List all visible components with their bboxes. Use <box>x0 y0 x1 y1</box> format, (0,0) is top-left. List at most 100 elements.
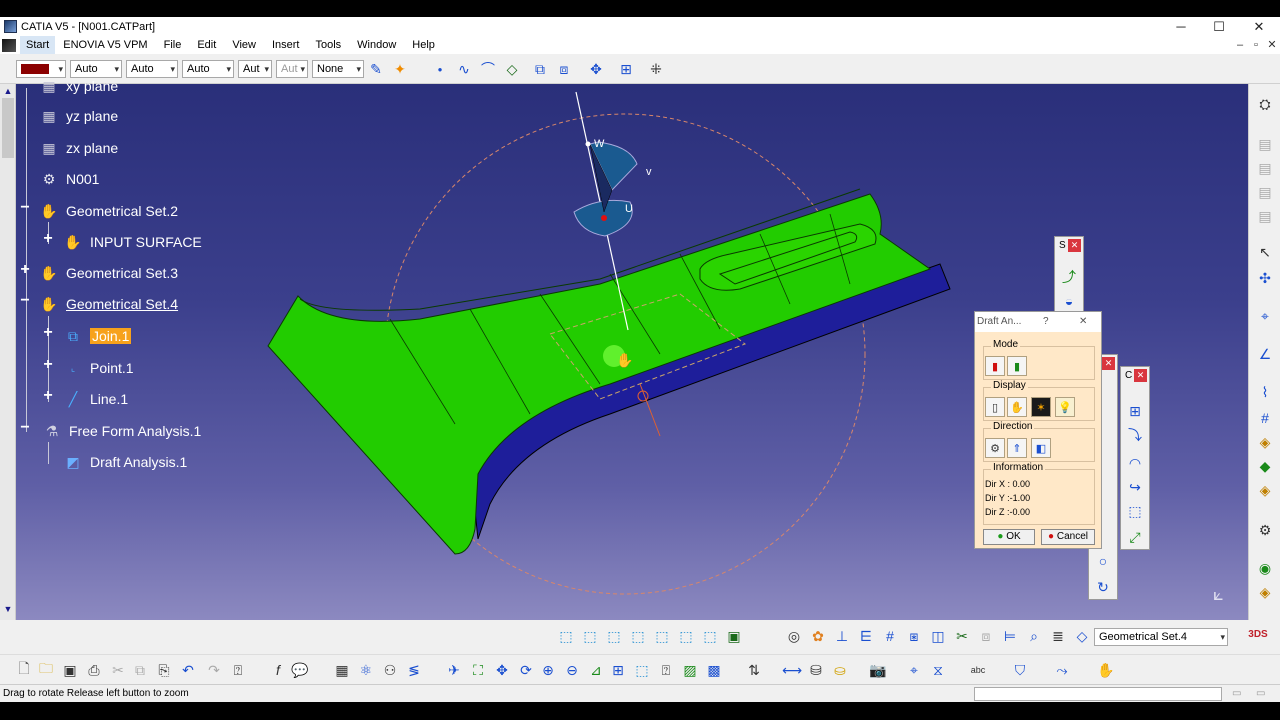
measure-icon[interactable]: ⌖ <box>1255 306 1275 326</box>
tree-scrollbar[interactable]: ▲ ▼ <box>0 84 16 620</box>
current-set-combo[interactable]: Geometrical Set.4 ▾ <box>1094 628 1228 646</box>
join-icon[interactable]: ⧉ <box>530 59 550 79</box>
view-bottom-icon[interactable]: ⬚ <box>700 626 720 646</box>
menu-insert[interactable]: Insert <box>264 36 308 54</box>
paste-icon[interactable]: ⎘ <box>154 660 174 680</box>
tree-item-input-surface[interactable]: ✋ INPUT SURFACE <box>62 232 201 252</box>
save-icon[interactable]: ▣ <box>60 660 80 680</box>
expand-icon[interactable]: + <box>41 230 55 248</box>
surface-tool-icon[interactable]: ◆ <box>1255 456 1275 476</box>
menu-enovia[interactable]: ENOVIA V5 VPM <box>55 36 155 54</box>
disabled-tool-icon[interactable]: ⧈ <box>976 626 996 646</box>
open-file-icon[interactable]: 🗀 <box>36 660 56 680</box>
named-views-icon[interactable]: ▣ <box>724 626 744 646</box>
command-input[interactable] <box>974 687 1222 701</box>
expand-icon[interactable]: + <box>41 324 55 342</box>
zoom-out-icon[interactable]: ⊖ <box>562 660 582 680</box>
blend-icon[interactable]: ⤢ <box>1125 527 1145 547</box>
curve-analysis-icon[interactable]: ∠ <box>1255 344 1275 364</box>
circle-icon[interactable]: ○ <box>1093 551 1113 571</box>
collapse-icon[interactable]: − <box>18 419 32 437</box>
collapse-icon[interactable]: − <box>18 199 32 217</box>
view-front-icon[interactable]: ⬚ <box>580 626 600 646</box>
snap-icon[interactable]: ✣ <box>1255 268 1275 288</box>
direction-arrow-icon[interactable]: ⇑ <box>1007 438 1027 458</box>
measure-inertia-icon[interactable]: ⛀ <box>830 660 850 680</box>
rotate-icon[interactable]: ⟳ <box>516 660 536 680</box>
scroll-thumb[interactable] <box>2 98 14 158</box>
shading-icon[interactable]: ⍰ <box>656 660 676 680</box>
sketcher-icon[interactable]: ⛭ <box>1255 94 1275 114</box>
text-style-icon[interactable]: abc <box>968 660 988 680</box>
layer-combo-b[interactable]: Aut ▾ <box>276 60 308 78</box>
corner-icon[interactable]: ↪ <box>1125 477 1145 497</box>
disabled-tool-icon[interactable]: ▤ <box>1255 134 1275 154</box>
menu-window[interactable]: Window <box>349 36 404 54</box>
view-right-icon[interactable]: ⬚ <box>652 626 672 646</box>
painter-icon[interactable]: ✎ <box>366 59 386 79</box>
expand-icon[interactable]: + <box>41 356 55 374</box>
tree-item-draft-analysis-1[interactable]: ◩ Draft Analysis.1 <box>62 452 187 472</box>
curve-icon[interactable]: ⤵ <box>1125 425 1145 445</box>
arc-icon[interactable]: ◠ <box>1125 453 1145 473</box>
whats-this-icon[interactable]: ⍰ <box>228 660 248 680</box>
menu-help[interactable]: Help <box>404 36 443 54</box>
extrude-icon[interactable]: ⬚ <box>1125 501 1145 521</box>
analysis-icon[interactable]: ⁜ <box>646 59 666 79</box>
view-iso-icon[interactable]: ⬚ <box>556 626 576 646</box>
shield-icon[interactable]: ⛉ <box>1010 660 1030 680</box>
cube-icon[interactable]: ◫ <box>928 626 948 646</box>
color-scale-icon[interactable]: ▯ <box>985 397 1005 417</box>
close-icon[interactable]: ✕ <box>1102 357 1115 370</box>
fit-all-icon[interactable]: ⛶ <box>468 660 488 680</box>
quick-mode-icon[interactable]: ▮ <box>985 356 1005 376</box>
cut-icon[interactable]: ✂ <box>108 660 128 680</box>
render-icon[interactable]: ◈ <box>1255 582 1275 602</box>
tree-item-geometrical-set-4[interactable]: ✋ Geometrical Set.4 <box>38 294 178 314</box>
zoom-in-icon[interactable]: ⊕ <box>538 660 558 680</box>
cut-icon[interactable]: ✂ <box>952 626 972 646</box>
dialog-close-button[interactable]: ✕ <box>1079 312 1087 332</box>
sweep-icon[interactable]: ⤳ <box>1052 660 1072 680</box>
status-icon[interactable]: ▭ <box>1256 685 1265 703</box>
scroll-up-icon[interactable]: ▲ <box>2 86 14 98</box>
maximize-button[interactable]: ☐ <box>1200 17 1238 36</box>
menu-file[interactable]: File <box>156 36 190 54</box>
expand-icon[interactable]: + <box>41 387 55 405</box>
view-left-icon[interactable]: ⬚ <box>628 626 648 646</box>
transform-icon[interactable]: ✥ <box>586 59 606 79</box>
stack-icon[interactable]: ⧆ <box>904 626 924 646</box>
comment-icon[interactable]: 💬 <box>290 660 310 680</box>
thickness-combo[interactable]: Auto ▾ <box>126 60 178 78</box>
gear-icon[interactable]: ⚙ <box>1255 520 1275 540</box>
pan-icon[interactable]: ✥ <box>492 660 512 680</box>
rule-icon[interactable]: ≶ <box>404 660 424 680</box>
full-mode-icon[interactable]: ▮ <box>1007 356 1027 376</box>
mirror-icon[interactable]: ⧖ <box>928 660 948 680</box>
disabled-tool-icon[interactable]: ▤ <box>1255 182 1275 202</box>
surface-tool-icon[interactable]: ◈ <box>1255 432 1275 452</box>
update-icon[interactable]: ⇅ <box>744 660 764 680</box>
ok-button[interactable]: ● OK <box>983 529 1035 545</box>
undo-icon[interactable]: ↶ <box>178 660 198 680</box>
menu-edit[interactable]: Edit <box>189 36 224 54</box>
tree-item-xy-plane[interactable]: ▦ xy plane <box>38 76 118 96</box>
table-icon[interactable]: ▦ <box>332 660 352 680</box>
camera-icon[interactable]: ⌖ <box>904 660 924 680</box>
close-button[interactable]: ✕ <box>1240 17 1278 36</box>
material-icon[interactable]: ✿ <box>808 626 828 646</box>
tree-item-geometrical-set-3[interactable]: ✋ Geometrical Set.3 <box>38 263 178 283</box>
menu-start[interactable]: Start <box>20 36 56 54</box>
surface-tool-icon[interactable]: ◒ <box>1059 291 1079 311</box>
menu-tools[interactable]: Tools <box>307 36 349 54</box>
axis-icon[interactable]: ⊥ <box>832 626 852 646</box>
tree-item-point-1[interactable]: ⌞ Point.1 <box>62 358 134 378</box>
redo-icon[interactable]: ↷ <box>204 660 224 680</box>
close-icon[interactable]: ✕ <box>1134 369 1147 382</box>
graphic-properties-icon[interactable]: ✦ <box>390 59 410 79</box>
geometrical-set-combo-icon[interactable]: ◇ <box>1072 626 1092 646</box>
tree-item-join-1[interactable]: ⧉ Join.1 <box>62 326 132 346</box>
minimize-button[interactable]: ─ <box>1162 17 1200 36</box>
tree-item-line-1[interactable]: ╱ Line.1 <box>62 389 128 409</box>
spiral-icon[interactable]: ↻ <box>1093 577 1113 597</box>
